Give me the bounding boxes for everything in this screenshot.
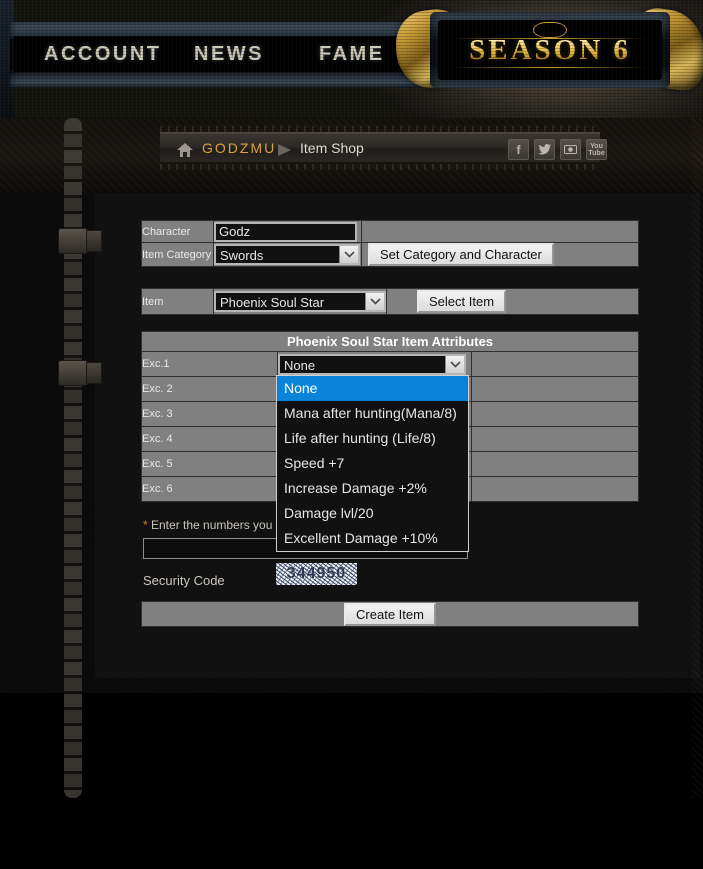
- table-row-item: Item Phoenix Soul Star Select Item: [141, 288, 639, 315]
- season-inner: SEASON 6: [438, 20, 662, 80]
- nav-item-news[interactable]: NEWS: [194, 43, 264, 66]
- attr-spacer-exc2: [471, 376, 639, 402]
- character-input[interactable]: [214, 221, 357, 242]
- select-item-button[interactable]: Select Item: [417, 290, 507, 313]
- chain-clamp-upper: [58, 228, 88, 254]
- attr-label-exc6: Exc. 6: [141, 476, 278, 502]
- attr-spacer-exc6: [471, 476, 639, 502]
- season-rule-bottom: [452, 67, 648, 68]
- season-crest-icon: [533, 22, 567, 38]
- youtube-label-top: You: [590, 142, 603, 150]
- main-nav: ACCOUNT NEWS FAME: [14, 36, 434, 72]
- chevron-down-icon[interactable]: [445, 355, 464, 373]
- dropdown-option-excellent-damage[interactable]: Excellent Damage +10%: [277, 526, 468, 551]
- chevron-down-icon[interactable]: [365, 293, 384, 310]
- dropdown-option-mana-after-hunting[interactable]: Mana after hunting(Mana/8): [277, 401, 468, 426]
- captcha-image: 344950: [276, 563, 357, 585]
- table-row: Exc.1 None: [141, 351, 639, 377]
- character-label: Character: [141, 220, 214, 243]
- nav-item-fame[interactable]: FAME: [319, 43, 385, 66]
- security-code-label: Security Code: [143, 573, 225, 588]
- nav-item-account[interactable]: ACCOUNT: [44, 43, 162, 66]
- attr-spacer-exc4: [471, 426, 639, 452]
- set-category-cell: Set Category and Character: [361, 242, 639, 267]
- item-select-table: Item Phoenix Soul Star Select Item: [141, 288, 639, 315]
- dropdown-option-none[interactable]: None: [277, 376, 468, 401]
- exc1-select-value: None: [284, 357, 316, 373]
- character-row-spacer: [361, 220, 639, 243]
- item-category-label: Item Category: [141, 242, 214, 267]
- dropdown-option-damage-lvl[interactable]: Damage lvl/20: [277, 501, 468, 526]
- dropdown-option-life-after-hunting[interactable]: Life after hunting (Life/8): [277, 426, 468, 451]
- item-category-select-value: Swords: [220, 248, 264, 263]
- dropdown-option-increase-damage[interactable]: Increase Damage +2%: [277, 476, 468, 501]
- attr-field-exc1: None: [277, 351, 472, 377]
- twitter-icon[interactable]: [534, 139, 555, 160]
- youtube-icon[interactable]: You Tube: [586, 139, 607, 160]
- character-field-cell: [213, 220, 362, 243]
- chevron-down-icon[interactable]: [339, 246, 358, 263]
- attr-label-exc3: Exc. 3: [141, 401, 278, 427]
- chain-clamp-tab-upper: [86, 230, 102, 252]
- item-select-value: Phoenix Soul Star: [220, 295, 325, 310]
- dropdown-option-speed[interactable]: Speed +7: [277, 451, 468, 476]
- site-banner: ACCOUNT NEWS FAME SEASON 6: [0, 0, 703, 118]
- item-select[interactable]: Phoenix Soul Star: [214, 291, 386, 312]
- item-category-field-cell: Swords: [213, 242, 362, 267]
- chain-decoration: [64, 118, 82, 798]
- item-category-select[interactable]: Swords: [214, 244, 360, 265]
- item-field-cell: Phoenix Soul Star: [213, 288, 387, 315]
- select-item-cell: Select Item: [386, 288, 639, 315]
- attributes-header-row: Phoenix Soul Star Item Attributes: [141, 331, 639, 352]
- attr-label-exc1: Exc.1: [141, 351, 278, 377]
- attr-label-exc2: Exc. 2: [141, 376, 278, 402]
- exc1-dropdown-list[interactable]: None Mana after hunting(Mana/8) Life aft…: [276, 375, 469, 552]
- instagram-icon[interactable]: [560, 139, 581, 160]
- chain-clamp-lower: [58, 360, 88, 386]
- breadcrumb-user[interactable]: GODZMU: [202, 140, 276, 156]
- season-plate: SEASON 6: [430, 12, 670, 88]
- item-label: Item: [141, 288, 214, 315]
- character-category-table: Character Item Category Swords Set Categ…: [141, 220, 639, 267]
- attr-spacer-exc3: [471, 401, 639, 427]
- right-edge-decoration: [692, 118, 703, 798]
- attr-spacer-exc5: [471, 451, 639, 477]
- chain-clamp-tab-lower: [86, 362, 102, 384]
- breadcrumb: GODZMU Item Shop f You Tube: [160, 126, 607, 170]
- create-item-button[interactable]: Create Item: [344, 602, 436, 626]
- chevron-right-icon: [278, 144, 291, 156]
- breadcrumb-page: Item Shop: [300, 140, 364, 156]
- facebook-icon[interactable]: f: [508, 139, 529, 160]
- attr-label-exc5: Exc. 5: [141, 451, 278, 477]
- page-root: ACCOUNT NEWS FAME SEASON 6 GODZMU Item S: [0, 0, 703, 869]
- set-category-and-character-button[interactable]: Set Category and Character: [368, 243, 554, 266]
- attr-label-exc4: Exc. 4: [141, 426, 278, 452]
- exc1-select[interactable]: None: [278, 353, 466, 375]
- table-row-item-category: Item Category Swords Set Category and Ch…: [141, 242, 639, 267]
- create-item-bar: Create Item: [141, 601, 639, 627]
- captcha-code-text: 344950: [286, 565, 347, 582]
- home-icon[interactable]: [176, 141, 194, 159]
- table-row-character: Character: [141, 220, 639, 243]
- season-rule-top: [452, 38, 648, 39]
- attributes-header: Phoenix Soul Star Item Attributes: [141, 331, 639, 352]
- youtube-label-bottom: Tube: [588, 149, 605, 157]
- attr-spacer-exc1: [471, 351, 639, 377]
